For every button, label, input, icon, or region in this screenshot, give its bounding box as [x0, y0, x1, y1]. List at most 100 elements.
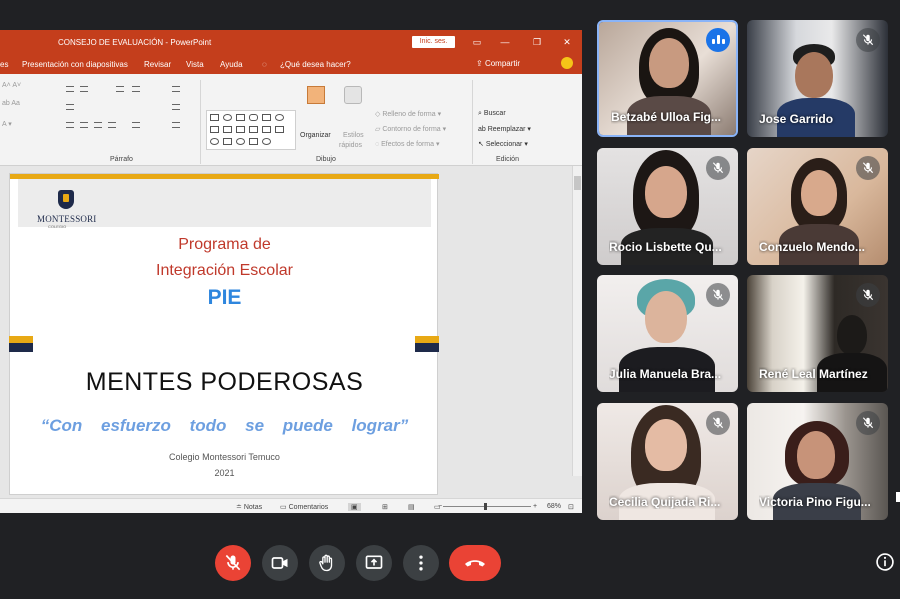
- normal-view-icon[interactable]: ▣: [348, 503, 361, 511]
- bullets-icon[interactable]: [66, 86, 74, 92]
- participant-tile[interactable]: René Leal Martínez: [747, 275, 888, 392]
- zoom-slider-knob[interactable]: [484, 503, 487, 510]
- notes-button[interactable]: ≐ Notas: [236, 503, 262, 511]
- zoom-out-icon[interactable]: −: [438, 503, 442, 510]
- microphone-toggle-button[interactable]: [215, 545, 251, 581]
- shape-textbox-icon[interactable]: [236, 114, 245, 121]
- share-button[interactable]: ⇪ Compartir: [476, 59, 520, 68]
- tell-me-search[interactable]: ¿Qué desea hacer?: [280, 60, 351, 69]
- participant-tile[interactable]: Rocio Lisbette Qu...: [597, 148, 738, 265]
- replace-icon: ab: [478, 126, 488, 133]
- close-icon[interactable]: ✕: [560, 35, 574, 49]
- participant-tile[interactable]: Victoria Pino Figu...: [747, 403, 888, 520]
- arrange-icon[interactable]: [307, 86, 325, 104]
- minimize-icon[interactable]: —: [498, 35, 512, 49]
- arrange-button[interactable]: Organizar: [300, 132, 331, 139]
- scrollbar-thumb[interactable]: [574, 176, 581, 190]
- shape-rectangle-icon[interactable]: [210, 114, 219, 121]
- shape-smile-icon[interactable]: [262, 138, 271, 145]
- ppt-ribbon: A˄ A˅ ab Aa A ▾ Párrafo Organizar Estilo…: [0, 74, 582, 166]
- quick-styles-button[interactable]: Estilos: [343, 132, 364, 139]
- align-left-icon[interactable]: [66, 122, 74, 128]
- font-size-icon[interactable]: A˄ A˅: [2, 82, 21, 89]
- indent-icon[interactable]: [116, 86, 124, 92]
- participant-tile[interactable]: Betzabé Ulloa Fig...: [597, 20, 738, 137]
- justify-icon[interactable]: [108, 122, 116, 128]
- share-icon: ⇪: [476, 59, 485, 68]
- smartart-icon[interactable]: [172, 122, 180, 128]
- replace-button[interactable]: ab Reemplazar ▾: [478, 125, 531, 133]
- shape-block-icon[interactable]: [275, 126, 284, 133]
- shape-circle-icon[interactable]: [275, 114, 284, 121]
- raise-hand-button[interactable]: [309, 545, 345, 581]
- menu-item-partial[interactable]: es: [0, 60, 8, 69]
- menu-item-help[interactable]: Ayuda: [220, 60, 243, 69]
- zoom-in-icon[interactable]: +: [533, 503, 537, 510]
- shapes-gallery[interactable]: [206, 110, 296, 150]
- restore-icon[interactable]: ❐: [530, 35, 544, 49]
- menu-item-review[interactable]: Revisar: [144, 60, 171, 69]
- line-spacing-icon[interactable]: [172, 86, 180, 92]
- slide-headline: MENTES PODEROSAS: [85, 368, 364, 396]
- video-feed: [795, 52, 833, 98]
- outdent-icon[interactable]: [132, 86, 140, 92]
- meeting-details-button[interactable]: [875, 552, 895, 572]
- align-right-icon[interactable]: [94, 122, 102, 128]
- present-now-button[interactable]: [356, 545, 392, 581]
- zoom-slider[interactable]: [443, 506, 531, 507]
- shared-screen: CONSEJO DE EVALUACIÓN - PowerPoint Inic.…: [0, 30, 582, 513]
- numbering-icon[interactable]: [80, 86, 88, 92]
- leave-call-button[interactable]: [449, 545, 501, 581]
- fit-slide-icon[interactable]: ⊡: [568, 503, 574, 511]
- feedback-smiley-icon[interactable]: [561, 57, 573, 69]
- participant-tile[interactable]: Conzuelo Mendo...: [747, 148, 888, 265]
- program-title-line2: Integración Escolar: [156, 262, 293, 279]
- shape-star-icon[interactable]: [262, 126, 271, 133]
- shape-effects-button[interactable]: ◌ Efectos de forma ▾: [375, 140, 440, 148]
- zoom-level[interactable]: 68%: [547, 503, 561, 510]
- sign-in-button[interactable]: Inic. ses.: [412, 36, 455, 48]
- quick-styles-icon[interactable]: [344, 86, 362, 104]
- shape-outline-button[interactable]: ▱ Contorno de forma ▾: [375, 125, 446, 133]
- vertical-scrollbar[interactable]: [572, 166, 582, 476]
- shape-fill-label: Relleno de forma: [382, 111, 436, 118]
- more-options-button[interactable]: [403, 545, 439, 581]
- shape-connector-icon[interactable]: [223, 126, 232, 133]
- select-button[interactable]: ↖ Seleccionar ▾: [478, 140, 528, 148]
- menu-item-view[interactable]: Vista: [186, 60, 204, 69]
- slide-sorter-icon[interactable]: ⊞: [382, 503, 388, 511]
- comments-button[interactable]: ▭ Comentarios: [280, 503, 328, 511]
- shape-square-icon[interactable]: [262, 114, 271, 121]
- participant-tile[interactable]: Cecilia Quijada Ri...: [597, 403, 738, 520]
- reading-view-icon[interactable]: ▤: [408, 503, 415, 511]
- shape-triangle-icon[interactable]: [210, 126, 219, 133]
- shape-line-icon[interactable]: [249, 138, 258, 145]
- shape-oval-icon[interactable]: [223, 114, 232, 121]
- participant-tile[interactable]: Jose Garrido: [747, 20, 888, 137]
- shape-brace-icon[interactable]: [236, 138, 245, 145]
- shape-elbow-icon[interactable]: [236, 126, 245, 133]
- current-slide[interactable]: MONTESSORI COLEGIO Programa de Integraci…: [9, 173, 439, 495]
- align-center-icon[interactable]: [80, 122, 88, 128]
- video-feed: [649, 38, 689, 88]
- shape-fill-button[interactable]: ◇ Relleno de forma ▾: [375, 110, 441, 118]
- muted-mic-icon: [856, 28, 880, 52]
- paragraph-group-label: Párrafo: [110, 156, 133, 163]
- camera-toggle-button[interactable]: [262, 545, 298, 581]
- shape-arrow-icon[interactable]: [249, 126, 258, 133]
- text-direction-icon[interactable]: [66, 104, 74, 110]
- menu-item-slideshow[interactable]: Presentación con diapositivas: [22, 60, 128, 69]
- shape-rounded-icon[interactable]: [249, 114, 258, 121]
- participant-tile[interactable]: Julia Manuela Bra...: [597, 275, 738, 392]
- font-color-icon[interactable]: A ▾: [2, 120, 12, 128]
- camera-icon: [271, 557, 288, 569]
- shape-outline-label: Contorno de forma: [382, 126, 441, 133]
- align-text-icon[interactable]: [172, 104, 180, 110]
- shape-bracket-icon[interactable]: [223, 138, 232, 145]
- columns-icon[interactable]: [132, 122, 140, 128]
- font-format-icon[interactable]: ab Aa: [2, 100, 20, 107]
- find-button[interactable]: ⌕ Buscar: [478, 110, 506, 118]
- shape-curve-icon[interactable]: [210, 138, 219, 145]
- mic-off-icon: [225, 554, 241, 571]
- ribbon-display-icon[interactable]: ▭: [470, 35, 484, 49]
